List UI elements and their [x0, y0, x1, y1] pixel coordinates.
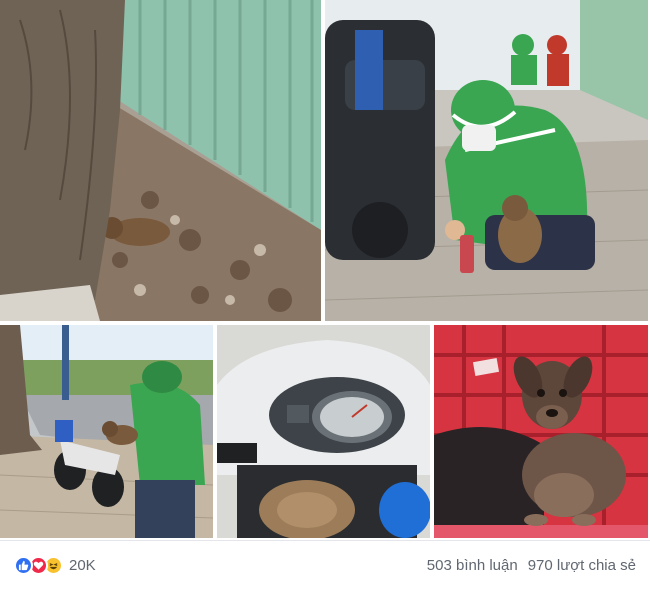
- photo-puppy-by-tree-image: [0, 0, 321, 321]
- photo-puppy-in-basket[interactable]: [434, 325, 648, 538]
- photo-puppy-by-tree[interactable]: [0, 0, 321, 321]
- photo-puppy-in-scooter-image: [217, 325, 430, 538]
- photo-grid: [0, 0, 650, 540]
- reaction-count: 20K: [69, 556, 96, 574]
- photo-driver-feeding-puppy-image: [325, 0, 648, 321]
- reactions-summary[interactable]: 20K: [14, 555, 96, 575]
- photo-puppy-in-scooter[interactable]: [217, 325, 430, 538]
- post-footer: 20K 503 bình luận 970 lượt chia sẻ: [0, 540, 650, 589]
- post-stats: 503 bình luận 970 lượt chia sẻ: [427, 557, 636, 574]
- facebook-post: 20K 503 bình luận 970 lượt chia sẻ: [0, 0, 650, 589]
- shares-count-link[interactable]: 970 lượt chia sẻ: [528, 557, 636, 574]
- photo-driver-feeding-puppy[interactable]: [325, 0, 648, 321]
- comments-count-link[interactable]: 503 bình luận: [427, 557, 518, 574]
- photo-driver-holding-puppy[interactable]: [0, 325, 213, 538]
- photo-driver-holding-puppy-image: [0, 325, 213, 538]
- photo-puppy-in-basket-image: [434, 325, 648, 538]
- like-icon: [14, 555, 33, 575]
